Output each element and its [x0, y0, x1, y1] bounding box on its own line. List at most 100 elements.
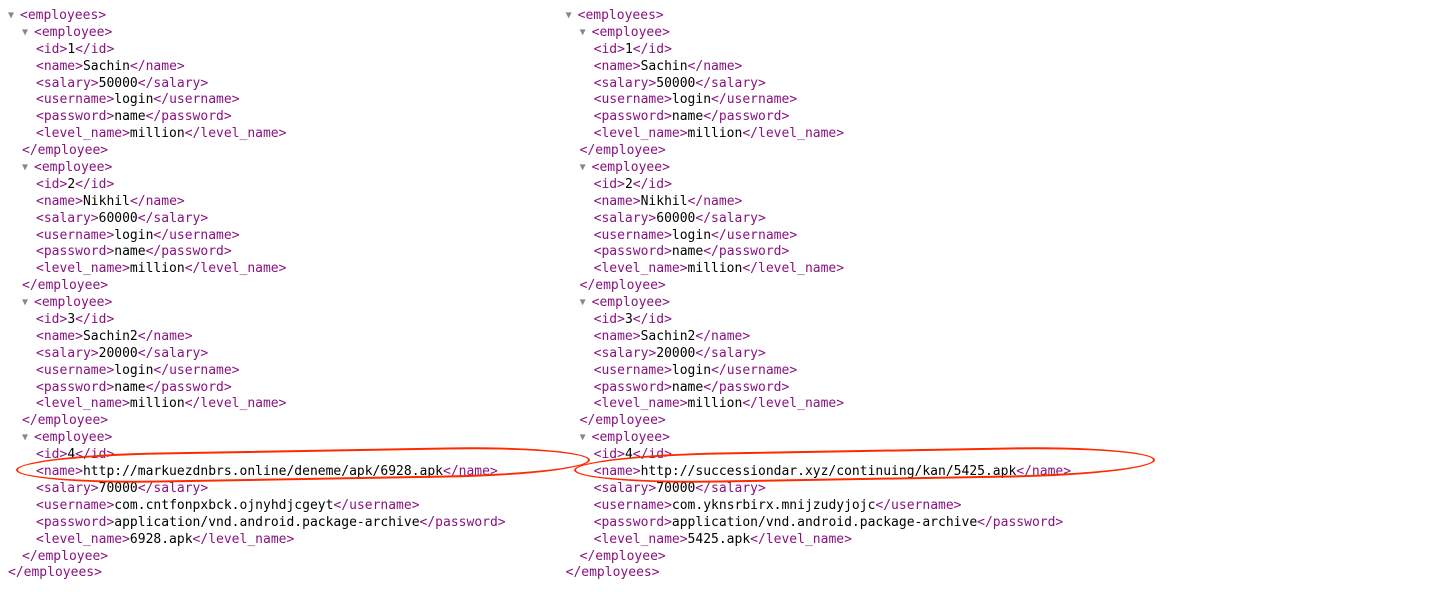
- xml-field-salary: <salary>50000</salary>: [36, 76, 506, 93]
- xml-employee-close: </employee>: [580, 413, 1071, 430]
- xml-value: 70000: [656, 481, 695, 496]
- disclosure-arrow-icon[interactable]: ▼: [566, 9, 578, 22]
- xml-field-level_name: <level_name>million</level_name>: [36, 396, 506, 413]
- xml-field-name: <name>Sachin</name>: [594, 59, 1071, 76]
- xml-employee-close: </employee>: [580, 143, 1071, 160]
- xml-value: http://successiondar.xyz/continuing/kan/…: [641, 464, 1017, 479]
- xml-value: login: [114, 92, 153, 107]
- xml-field-id: <id>4</id>: [594, 447, 1071, 464]
- xml-field-salary: <salary>60000</salary>: [36, 211, 506, 228]
- xml-employee-open[interactable]: ▼<employee>: [580, 295, 1071, 312]
- xml-value: name: [672, 244, 703, 259]
- xml-value: 5425.apk: [688, 532, 751, 547]
- xml-value: http://markuezdnbrs.online/deneme/apk/69…: [83, 464, 443, 479]
- xml-value: 6928.apk: [130, 532, 193, 547]
- xml-field-username: <username>com.yknsrbirx.mnijzudyjojc</us…: [594, 498, 1071, 515]
- xml-employee-open[interactable]: ▼<employee>: [22, 25, 506, 42]
- xml-field-salary: <salary>50000</salary>: [594, 76, 1071, 93]
- xml-field-username: <username>login</username>: [36, 228, 506, 245]
- xml-value: Nikhil: [641, 194, 688, 209]
- xml-field-password: <password>name</password>: [594, 109, 1071, 126]
- xml-value: login: [114, 363, 153, 378]
- xml-value: 70000: [99, 481, 138, 496]
- xml-employee-close: </employee>: [22, 413, 506, 430]
- xml-value: 3: [67, 312, 75, 327]
- xml-field-level_name: <level_name>million</level_name>: [594, 396, 1071, 413]
- xml-value: 2: [67, 177, 75, 192]
- xml-value: million: [130, 261, 185, 276]
- xml-field-username: <username>login</username>: [36, 363, 506, 380]
- xml-field-name: <name>Nikhil</name>: [36, 194, 506, 211]
- xml-field-username: <username>com.cntfonpxbck.ojnyhdjcgeyt</…: [36, 498, 506, 515]
- xml-field-username: <username>login</username>: [594, 228, 1071, 245]
- xml-field-id: <id>2</id>: [594, 177, 1071, 194]
- xml-employee-close: </employee>: [22, 278, 506, 295]
- xml-value: 60000: [99, 211, 138, 226]
- xml-field-name: <name>Sachin2</name>: [36, 329, 506, 346]
- xml-value: com.cntfonpxbck.ojnyhdjcgeyt: [114, 498, 333, 513]
- xml-value: login: [672, 363, 711, 378]
- disclosure-arrow-icon[interactable]: ▼: [580, 431, 592, 444]
- disclosure-arrow-icon[interactable]: ▼: [22, 431, 34, 444]
- xml-value: application/vnd.android.package-archive: [672, 515, 977, 530]
- xml-field-level_name: <level_name>5425.apk</level_name>: [594, 532, 1071, 549]
- xml-field-id: <id>3</id>: [36, 312, 506, 329]
- xml-employee-close: </employee>: [580, 278, 1071, 295]
- xml-field-password: <password>name</password>: [36, 380, 506, 397]
- disclosure-arrow-icon[interactable]: ▼: [22, 296, 34, 309]
- xml-field-salary: <salary>60000</salary>: [594, 211, 1071, 228]
- xml-value: Sachin: [83, 59, 130, 74]
- xml-field-name: <name>Nikhil</name>: [594, 194, 1071, 211]
- xml-value: million: [688, 261, 743, 276]
- xml-field-password: <password>name</password>: [594, 380, 1071, 397]
- xml-value: 3: [625, 312, 633, 327]
- xml-value: Sachin: [641, 59, 688, 74]
- xml-tree-left: ▼<employees>▼<employee><id>1</id><name>S…: [8, 8, 506, 582]
- xml-root-open[interactable]: ▼<employees>: [566, 8, 1071, 25]
- disclosure-arrow-icon[interactable]: ▼: [580, 296, 592, 309]
- xml-employee-open[interactable]: ▼<employee>: [22, 160, 506, 177]
- xml-value: name: [114, 380, 145, 395]
- xml-field-id: <id>4</id>: [36, 447, 506, 464]
- xml-value: name: [114, 244, 145, 259]
- xml-field-salary: <salary>20000</salary>: [36, 346, 506, 363]
- xml-employee-open[interactable]: ▼<employee>: [22, 295, 506, 312]
- xml-value: 2: [625, 177, 633, 192]
- disclosure-arrow-icon[interactable]: ▼: [22, 161, 34, 174]
- xml-value: million: [130, 396, 185, 411]
- xml-value: 4: [67, 447, 75, 462]
- xml-employee-close: </employee>: [22, 143, 506, 160]
- xml-employee-open[interactable]: ▼<employee>: [580, 160, 1071, 177]
- xml-employee-open[interactable]: ▼<employee>: [580, 430, 1071, 447]
- xml-field-level_name: <level_name>million</level_name>: [594, 126, 1071, 143]
- xml-field-level_name: <level_name>million</level_name>: [36, 126, 506, 143]
- xml-tree-right: ▼<employees>▼<employee><id>1</id><name>S…: [566, 8, 1071, 582]
- xml-employee-close: </employee>: [22, 549, 506, 566]
- xml-value: login: [672, 92, 711, 107]
- xml-field-password: <password>application/vnd.android.packag…: [36, 515, 506, 532]
- xml-employee-open[interactable]: ▼<employee>: [580, 25, 1071, 42]
- xml-value: 4: [625, 447, 633, 462]
- xml-value: 20000: [656, 346, 695, 361]
- xml-field-username: <username>login</username>: [36, 92, 506, 109]
- disclosure-arrow-icon[interactable]: ▼: [22, 26, 34, 39]
- xml-root-open[interactable]: ▼<employees>: [8, 8, 506, 25]
- xml-field-salary: <salary>70000</salary>: [36, 481, 506, 498]
- xml-root-close: </employees>: [8, 565, 506, 582]
- xml-value: login: [672, 228, 711, 243]
- xml-field-password: <password>name</password>: [594, 244, 1071, 261]
- xml-field-salary: <salary>20000</salary>: [594, 346, 1071, 363]
- xml-root-close: </employees>: [566, 565, 1071, 582]
- xml-field-name: <name>Sachin</name>: [36, 59, 506, 76]
- xml-employee-open[interactable]: ▼<employee>: [22, 430, 506, 447]
- xml-field-password: <password>application/vnd.android.packag…: [594, 515, 1071, 532]
- xml-field-level_name: <level_name>6928.apk</level_name>: [36, 532, 506, 549]
- xml-value: 60000: [656, 211, 695, 226]
- xml-value: Sachin2: [641, 329, 696, 344]
- disclosure-arrow-icon[interactable]: ▼: [580, 161, 592, 174]
- disclosure-arrow-icon[interactable]: ▼: [8, 9, 20, 22]
- xml-value: application/vnd.android.package-archive: [114, 515, 419, 530]
- disclosure-arrow-icon[interactable]: ▼: [580, 26, 592, 39]
- xml-value: Sachin2: [83, 329, 138, 344]
- xml-field-name: <name>http://markuezdnbrs.online/deneme/…: [36, 464, 506, 481]
